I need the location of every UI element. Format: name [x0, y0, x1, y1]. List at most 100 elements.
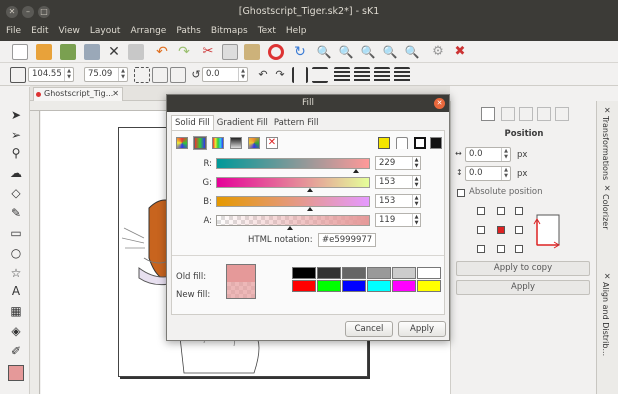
new-document-icon[interactable]: [12, 44, 28, 60]
align-distribute-tab[interactable]: Align and Distrib...: [601, 282, 610, 356]
fill-solid-black-icon[interactable]: [430, 137, 442, 149]
a-slider[interactable]: [216, 215, 370, 230]
document-tab[interactable]: Ghostscript_Tig... ✕: [33, 87, 123, 101]
settings-gear-icon[interactable]: ⚙: [430, 44, 446, 60]
copy-icon[interactable]: [222, 44, 238, 60]
anchor-top-right[interactable]: [515, 207, 523, 215]
palette-swatch[interactable]: [367, 267, 391, 279]
panel-y-arrows[interactable]: ▲ ▼: [501, 167, 510, 180]
menu-file[interactable]: File: [0, 24, 25, 36]
anchor-middle-right[interactable]: [515, 226, 523, 234]
scale-mode-icon[interactable]: [519, 107, 533, 121]
gradient-tool-icon[interactable]: ▦: [8, 303, 24, 319]
menu-arrange[interactable]: Arrange: [124, 24, 170, 36]
r-spin-arrows[interactable]: ▲ ▼: [412, 157, 420, 169]
zoom-in-icon[interactable]: 🔍: [316, 44, 332, 60]
menu-layout[interactable]: Layout: [84, 24, 125, 36]
a-value-field[interactable]: 119 ▲ ▼: [375, 213, 421, 227]
align-left-icon[interactable]: [334, 67, 350, 83]
menu-help[interactable]: Help: [280, 24, 311, 36]
print-icon[interactable]: [128, 44, 144, 60]
anchor-bottom-right[interactable]: [515, 245, 523, 253]
g-slider[interactable]: [216, 177, 370, 192]
tab-solid-fill[interactable]: Solid Fill: [171, 115, 214, 130]
flip-horizontal-icon[interactable]: [292, 67, 308, 83]
hsv-mode-icon[interactable]: [212, 137, 224, 149]
justify-icon[interactable]: [394, 67, 410, 83]
tab-pattern-fill[interactable]: Pattern Fill: [271, 116, 322, 130]
apply-to-copy-button[interactable]: Apply to copy: [456, 261, 590, 276]
a-spin-arrows[interactable]: ▲ ▼: [412, 214, 420, 226]
b-value-field[interactable]: 153 ▲ ▼: [375, 194, 421, 208]
close-document-icon[interactable]: ✕: [106, 44, 122, 60]
redo-icon[interactable]: ↷: [176, 44, 192, 60]
rotate-mode-icon[interactable]: [501, 107, 515, 121]
fill-rule-nonzero-icon[interactable]: [396, 137, 408, 149]
palette-mode-icon[interactable]: [248, 137, 260, 149]
r-slider[interactable]: [216, 158, 370, 173]
rgb-mode-icon[interactable]: [193, 136, 207, 150]
g-value-field[interactable]: 153 ▲ ▼: [375, 175, 421, 189]
size-icon[interactable]: [134, 67, 150, 83]
align-right-icon[interactable]: [374, 67, 390, 83]
menu-edit[interactable]: Edit: [25, 24, 52, 36]
fleur-tool-icon[interactable]: ☁: [8, 165, 24, 181]
node-tool-icon[interactable]: ➢: [8, 127, 24, 143]
tab-close-icon[interactable]: ✕: [112, 88, 119, 100]
panel-apply-button[interactable]: Apply: [456, 280, 590, 295]
anchor-top-center[interactable]: [497, 207, 505, 215]
panel-x-arrows[interactable]: ▲ ▼: [501, 148, 510, 161]
rotate-right-icon[interactable]: ↷: [272, 67, 288, 83]
r-value-field[interactable]: 229 ▲ ▼: [375, 156, 421, 170]
picker-tool-icon[interactable]: ✐: [8, 343, 24, 359]
align-close-icon[interactable]: ✕: [604, 272, 611, 281]
grayscale-mode-icon[interactable]: [230, 137, 242, 149]
text-tool-icon[interactable]: A: [8, 283, 24, 299]
palette-swatch[interactable]: [342, 267, 366, 279]
menu-text[interactable]: Text: [252, 24, 280, 36]
no-fill-icon[interactable]: ✕: [266, 137, 278, 149]
tools-icon[interactable]: ✖: [452, 44, 468, 60]
rectangle-tool-icon[interactable]: ▭: [8, 225, 24, 241]
b-slider-thumb[interactable]: [307, 207, 313, 211]
rotate-left-icon[interactable]: ↶: [255, 67, 271, 83]
angle-spin-arrows[interactable]: ▲ ▼: [238, 68, 247, 81]
menu-view[interactable]: View: [53, 24, 84, 36]
panel-x-field[interactable]: 0.0 ▲ ▼: [465, 147, 511, 162]
menu-bitmaps[interactable]: Bitmaps: [205, 24, 252, 36]
dialog-close-icon[interactable]: ✕: [434, 98, 445, 109]
save-as-icon[interactable]: [84, 44, 100, 60]
anchor-middle-left[interactable]: [477, 226, 485, 234]
fill-outline-icon[interactable]: [414, 137, 426, 149]
anchor-bottom-left[interactable]: [477, 245, 485, 253]
anchor-top-left[interactable]: [477, 207, 485, 215]
g-slider-thumb[interactable]: [307, 188, 313, 192]
undo-icon[interactable]: ↶: [154, 44, 170, 60]
palette-swatch[interactable]: [417, 267, 441, 279]
angle-field[interactable]: 0.0 ▲ ▼: [202, 67, 248, 82]
zoom-out-icon[interactable]: 🔍: [338, 44, 354, 60]
fill-stroke-indicator-icon[interactable]: [8, 365, 24, 381]
b-slider[interactable]: [216, 196, 370, 211]
palette-swatch[interactable]: [392, 280, 416, 292]
stop-icon[interactable]: [268, 44, 284, 60]
anchor-bottom-center[interactable]: [497, 245, 505, 253]
menu-paths[interactable]: Paths: [170, 24, 204, 36]
polyline-tool-icon[interactable]: ◇: [8, 185, 24, 201]
a-slider-thumb[interactable]: [287, 226, 293, 230]
panel-close-icon[interactable]: ✕: [604, 106, 611, 115]
fill-tool-icon[interactable]: ◈: [8, 323, 24, 339]
bezier-tool-icon[interactable]: ✎: [8, 205, 24, 221]
palette-swatch[interactable]: [392, 267, 416, 279]
scale-icon[interactable]: [170, 67, 186, 83]
align-center-icon[interactable]: [354, 67, 370, 83]
zoom-tool-icon[interactable]: ⚲: [8, 145, 24, 161]
palette-swatch[interactable]: [417, 280, 441, 292]
tab-gradient-fill[interactable]: Gradient Fill: [214, 116, 271, 130]
html-notation-field[interactable]: #e5999977: [318, 233, 376, 247]
palette-swatch[interactable]: [317, 267, 341, 279]
polygon-tool-icon[interactable]: ☆: [8, 265, 24, 281]
x-spin-arrows[interactable]: ▲ ▼: [64, 68, 73, 81]
transformations-tab[interactable]: Transformations: [601, 116, 610, 180]
absolute-position-checkbox[interactable]: [457, 189, 465, 197]
